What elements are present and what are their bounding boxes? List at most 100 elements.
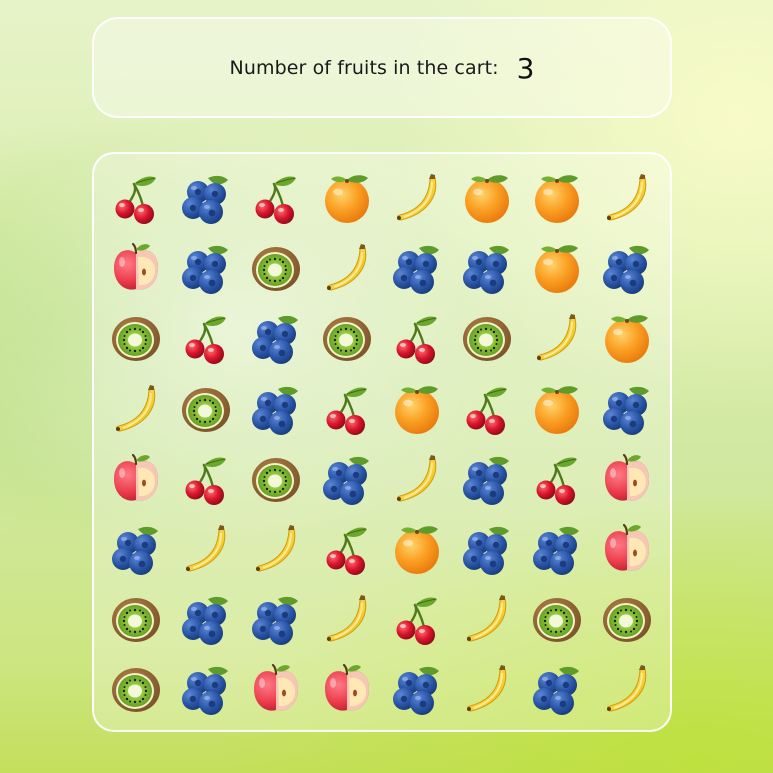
fruit-cell[interactable] [389,451,445,507]
banana-icon [537,314,577,361]
fruit-cell[interactable] [248,381,304,437]
fruit-cell[interactable] [529,591,585,647]
blueberry-icon [182,597,229,646]
fruit-cell[interactable] [108,591,164,647]
blueberry-icon [603,246,650,295]
fruit-cell[interactable] [319,240,375,296]
fruit-cell[interactable] [178,591,234,647]
fruit-cell[interactable] [529,240,585,296]
fruit-cell[interactable] [459,240,515,296]
orange-icon [394,526,439,574]
fruit-cell[interactable] [319,521,375,577]
fruit-cell[interactable] [459,170,515,226]
fruit-cell[interactable] [529,310,585,366]
fruit-cell[interactable] [248,521,304,577]
fruit-cell[interactable] [108,310,164,366]
fruit-cell[interactable] [178,451,234,507]
fruit-cell[interactable] [599,451,655,507]
orange-icon [465,175,509,223]
blueberry-icon [463,246,509,295]
fruit-cell[interactable] [459,521,515,577]
cherry-icon [115,176,156,224]
fruit-cell[interactable] [459,310,515,366]
fruit-cell[interactable] [248,661,304,717]
fruit-cell[interactable] [459,381,515,437]
cart-counter-panel: Number of fruits in the cart: 3 [92,17,672,118]
blueberry-icon [252,386,299,435]
fruit-cell[interactable] [529,451,585,507]
fruit-cell[interactable] [599,591,655,647]
fruit-cell[interactable] [599,661,655,717]
fruit-cell[interactable] [319,661,375,717]
fruit-cell[interactable] [529,381,585,437]
cherry-icon [396,597,437,646]
kiwi-icon [603,598,652,643]
fruit-cell[interactable] [599,521,655,577]
blueberry-icon [112,526,158,575]
cherry-icon [466,387,507,435]
fruit-cell[interactable] [389,381,445,437]
fruit-cell[interactable] [178,310,234,366]
fruit-cell[interactable] [529,661,585,717]
kiwi-icon [252,457,301,502]
fruit-cell[interactable] [599,240,655,296]
fruit-cell[interactable] [389,661,445,717]
banana-icon [607,665,647,712]
banana-icon [116,384,156,432]
orange-icon [535,175,580,223]
banana-icon [467,595,507,642]
fruit-cell[interactable] [108,170,164,226]
fruit-cell[interactable] [248,310,304,366]
fruit-cell[interactable] [599,310,655,366]
fruit-cell[interactable] [108,381,164,437]
blueberry-icon [322,456,369,505]
fruit-cell[interactable] [389,521,445,577]
blueberry-icon [252,316,299,365]
fruit-cell[interactable] [389,310,445,366]
fruit-cell[interactable] [178,661,234,717]
apple-icon [114,243,158,290]
kiwi-icon [112,598,160,643]
fruit-cell[interactable] [529,521,585,577]
fruit-cell[interactable] [248,451,304,507]
fruit-cell[interactable] [389,240,445,296]
banana-icon [186,525,226,572]
blueberry-icon [533,667,580,716]
fruit-cell[interactable] [178,240,234,296]
blueberry-icon [603,386,650,435]
fruit-cell[interactable] [599,381,655,437]
fruit-cell[interactable] [389,170,445,226]
apple-icon [324,664,369,712]
fruit-cell[interactable] [459,451,515,507]
fruit-cell[interactable] [599,170,655,226]
fruit-cell[interactable] [108,240,164,296]
cart-counter-label: Number of fruits in the cart: [229,56,499,79]
banana-icon [326,244,366,291]
cherry-icon [396,316,437,365]
fruit-cell[interactable] [108,661,164,717]
fruit-cell[interactable] [319,451,375,507]
fruit-cell[interactable] [459,661,515,717]
cherry-icon [326,527,367,575]
fruit-cell[interactable] [389,591,445,647]
fruit-cell[interactable] [248,170,304,226]
cherry-icon [255,176,297,224]
fruit-cell[interactable] [108,451,164,507]
fruit-cell[interactable] [248,591,304,647]
fruit-cell[interactable] [319,310,375,366]
fruit-cell[interactable] [178,381,234,437]
fruit-cell[interactable] [319,591,375,647]
kiwi-icon [463,317,511,362]
fruit-cell[interactable] [248,240,304,296]
fruit-cell[interactable] [319,381,375,437]
orange-icon [394,385,439,434]
fruit-cell[interactable] [178,521,234,577]
apple-icon [605,453,650,501]
fruit-cell[interactable] [529,170,585,226]
banana-icon [256,525,296,572]
fruit-cell[interactable] [459,591,515,647]
fruit-cell[interactable] [178,170,234,226]
fruit-cell[interactable] [108,521,164,577]
apple-icon [254,664,299,712]
fruit-cell[interactable] [319,170,375,226]
